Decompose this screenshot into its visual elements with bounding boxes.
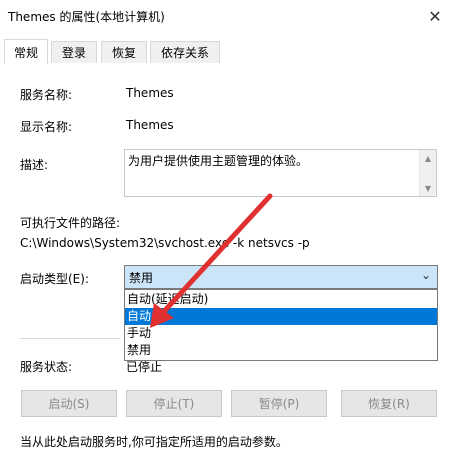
- red-arrow-annotation: [150, 193, 273, 328]
- arrow-shaft: [155, 193, 273, 321]
